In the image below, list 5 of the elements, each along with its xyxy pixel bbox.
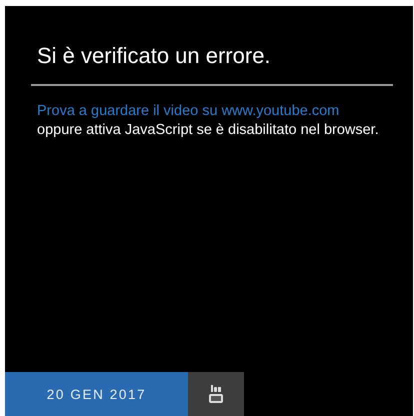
youtube-link[interactable]: Prova a guardare il video su www.youtube.com bbox=[37, 102, 393, 121]
youtube-button[interactable] bbox=[188, 372, 244, 416]
error-message: oppure attiva JavaScript se è disabilitato nel browser. bbox=[37, 121, 380, 140]
date-label: 20 GEN 2017 bbox=[5, 372, 188, 416]
error-title: Si è verificato un errore. bbox=[37, 42, 272, 70]
